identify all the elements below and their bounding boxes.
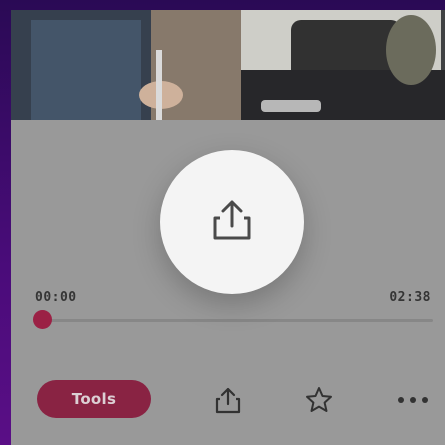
more-options-icon[interactable] xyxy=(395,382,431,418)
star-icon[interactable] xyxy=(301,382,337,418)
progress-track[interactable] xyxy=(41,319,433,322)
share-icon[interactable] xyxy=(210,382,246,418)
total-duration: 02:38 xyxy=(389,290,431,305)
share-icon xyxy=(212,198,252,246)
elapsed-time: 00:00 xyxy=(35,290,77,305)
app-screen: 00:00 02:38 Tools xyxy=(11,10,445,445)
progress-thumb[interactable] xyxy=(33,310,52,329)
screen-frame: 00:00 02:38 Tools xyxy=(0,0,445,445)
share-fab-button[interactable] xyxy=(160,150,304,294)
cover-photo xyxy=(11,10,445,120)
tools-button[interactable]: Tools xyxy=(37,380,151,418)
